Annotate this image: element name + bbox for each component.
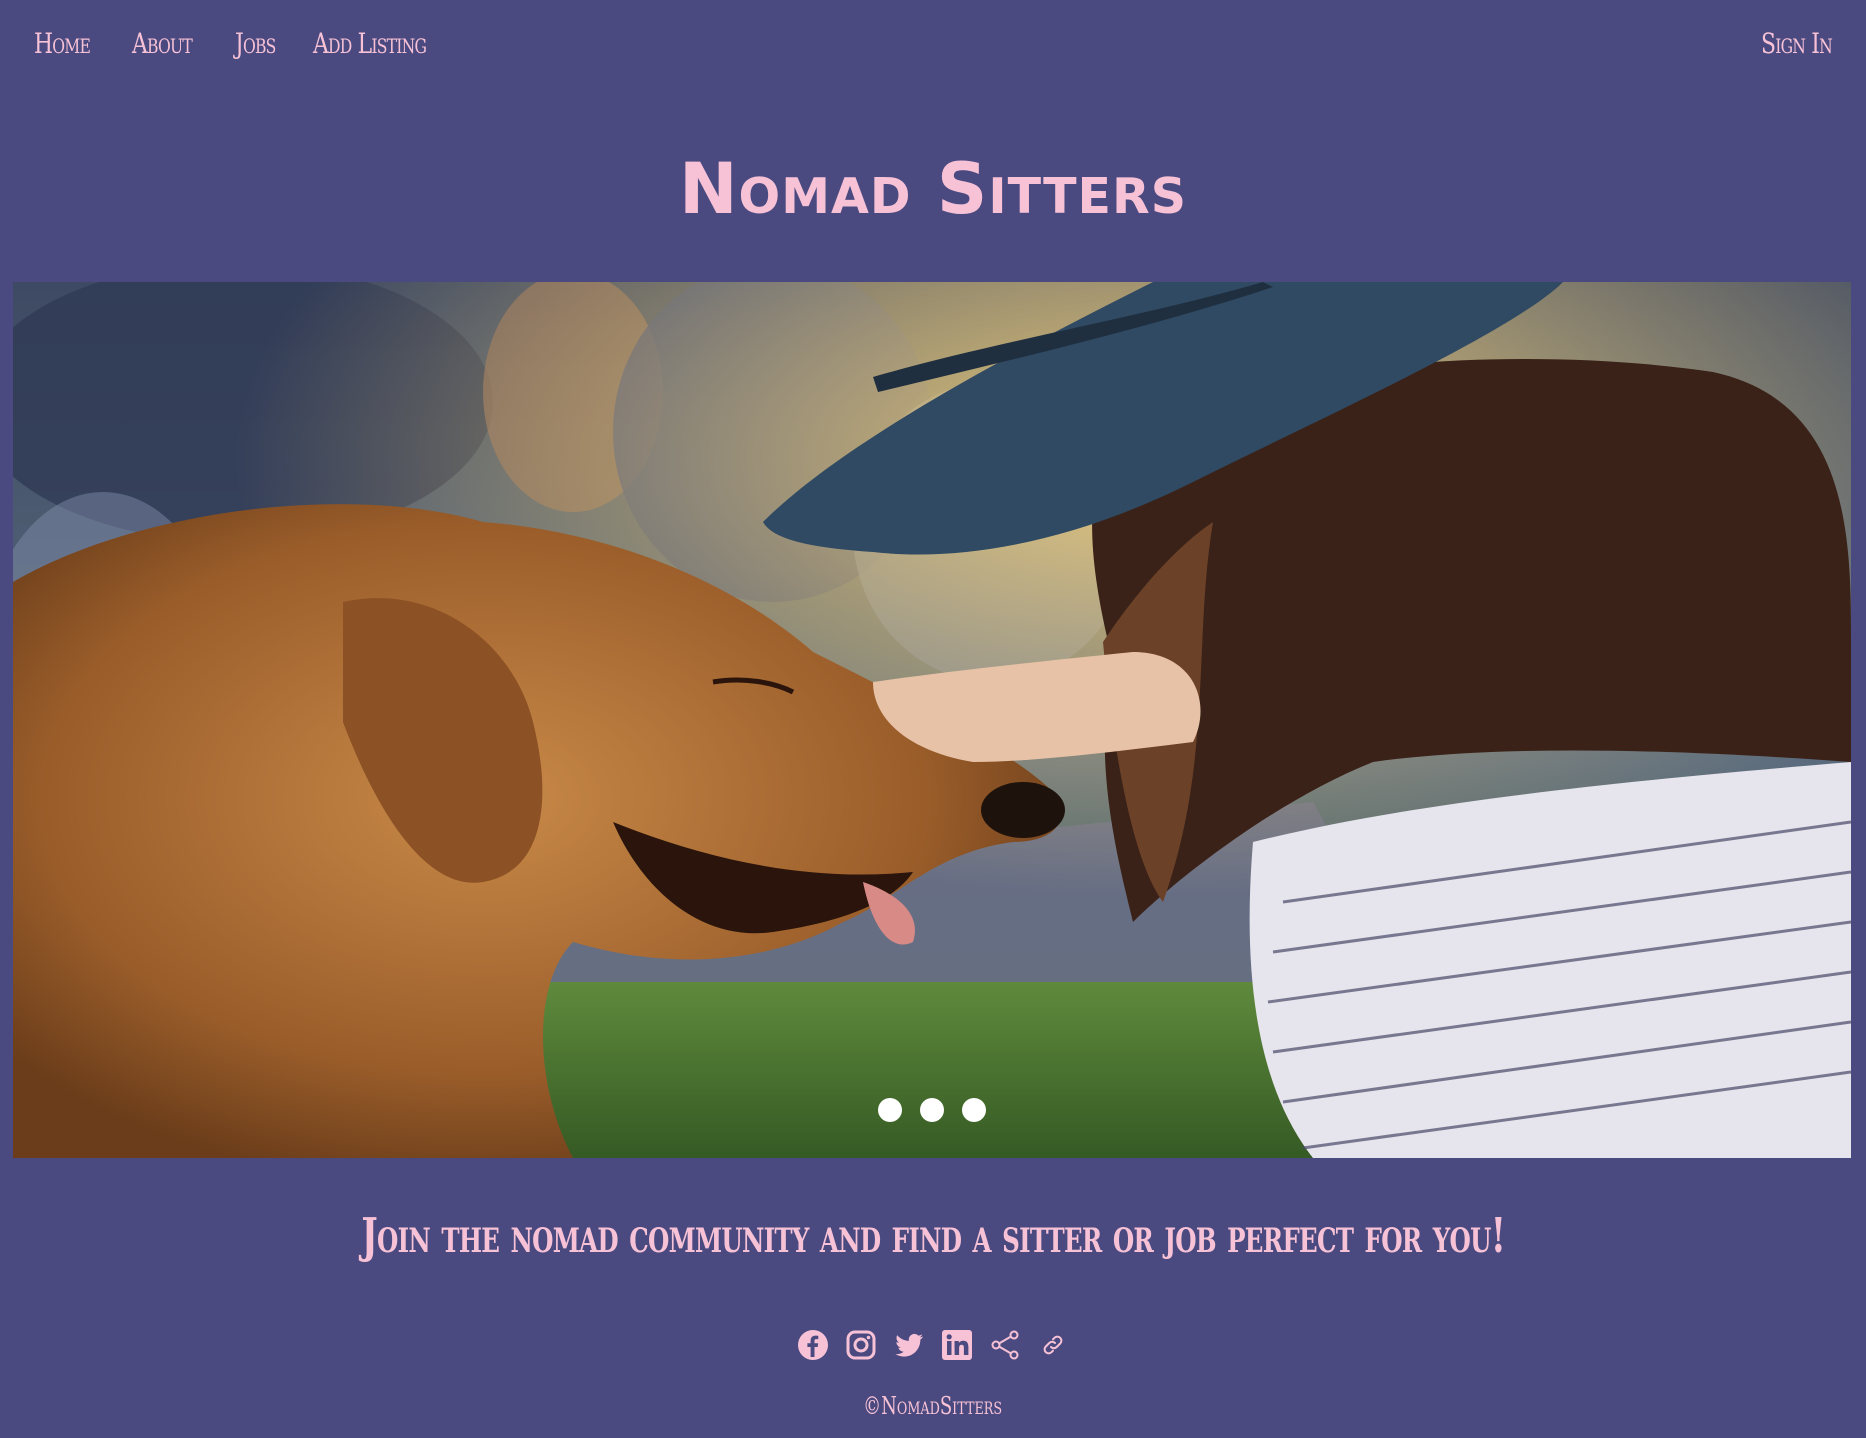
tagline-text: Join the nomad community and find a sitt…: [361, 1208, 1505, 1264]
share-icon[interactable]: [988, 1328, 1022, 1362]
linkedin-icon[interactable]: [940, 1328, 974, 1362]
twitter-icon[interactable]: [892, 1328, 926, 1362]
link-icon[interactable]: [1036, 1328, 1070, 1362]
hero-image: [13, 282, 1851, 1158]
footer-copyright: ©NomadSitters: [0, 1392, 1866, 1420]
nav-add-listing-link[interactable]: Add Listing: [313, 27, 427, 60]
carousel-dot-2[interactable]: [920, 1098, 944, 1122]
social-links: [0, 1328, 1866, 1362]
carousel-indicators: [878, 1098, 986, 1122]
tagline: Join the nomad community and find a sitt…: [0, 1208, 1866, 1264]
carousel-dot-1[interactable]: [878, 1098, 902, 1122]
hero-carousel[interactable]: [13, 282, 1851, 1158]
nav-right: Sign In: [1741, 27, 1833, 60]
instagram-icon[interactable]: [844, 1328, 878, 1362]
sign-in-link[interactable]: Sign In: [1761, 27, 1833, 60]
nav-links: Home About Jobs Add Listing: [34, 27, 458, 60]
site-title: Nomad Sitters: [678, 148, 1188, 230]
carousel-dot-3[interactable]: [962, 1098, 986, 1122]
nav-jobs-link[interactable]: Jobs: [235, 27, 276, 60]
facebook-icon[interactable]: [796, 1328, 830, 1362]
copyright-text: ©NomadSitters: [863, 1392, 1003, 1420]
nav-about-link[interactable]: About: [132, 27, 193, 60]
nav-home-link[interactable]: Home: [34, 27, 91, 60]
top-nav: Home About Jobs Add Listing Sign In: [34, 18, 1833, 68]
